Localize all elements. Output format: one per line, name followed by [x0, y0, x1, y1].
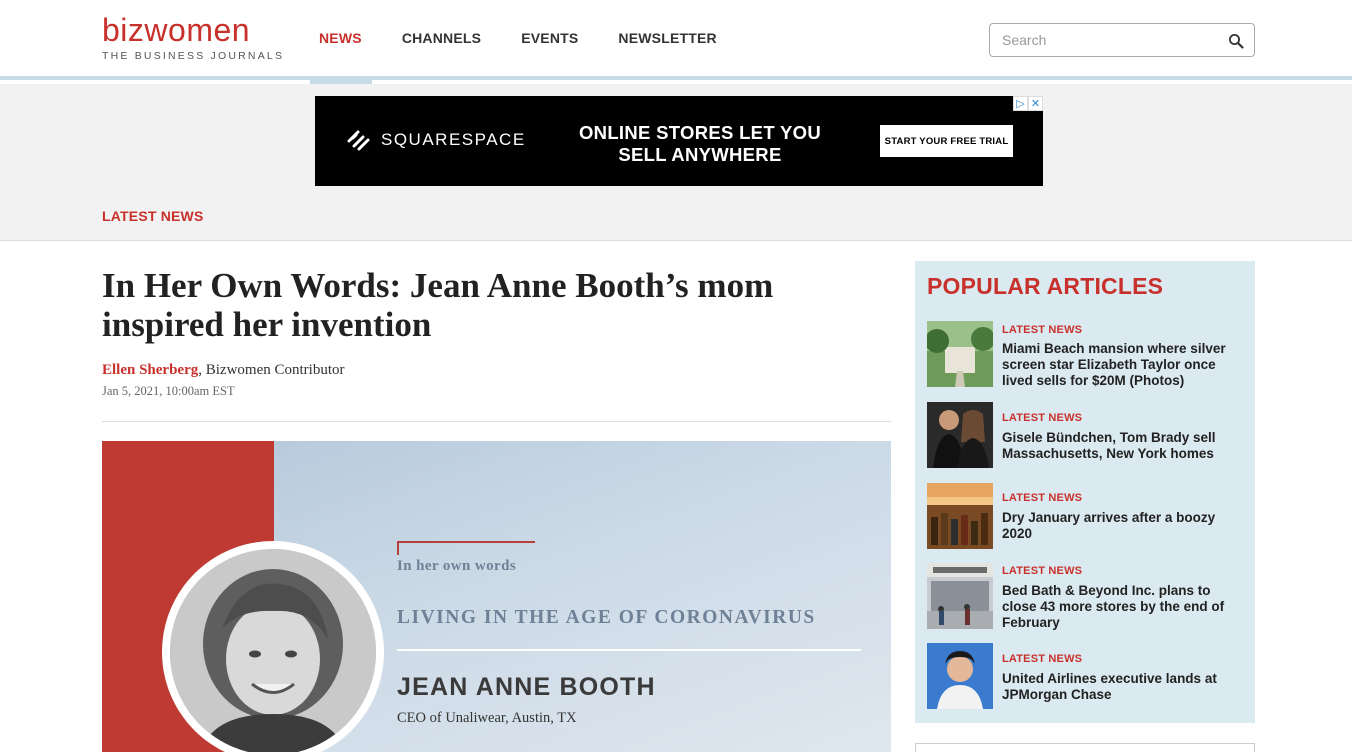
logo-tagline: THE BUSINESS JOURNALS: [102, 50, 285, 62]
popular-articles-title: POPULAR ARTICLES: [927, 273, 1164, 299]
nav-events[interactable]: EVENTS: [501, 0, 598, 80]
popular-article-category: LATEST NEWS: [1002, 492, 1083, 504]
popular-article-headline[interactable]: Gisele Bündchen, Tom Brady sell Massachu…: [1002, 430, 1242, 462]
author-role: , Bizwomen Contributor: [198, 362, 345, 378]
hero-series-label: In her own words: [397, 558, 517, 574]
article-title: In Her Own Words: Jean Anne Booth’s mom …: [102, 266, 774, 344]
popular-article-category: LATEST NEWS: [1002, 565, 1083, 577]
popular-article-category: LATEST NEWS: [1002, 324, 1083, 336]
search-icon[interactable]: [1228, 33, 1244, 49]
hero-bracket: [397, 541, 535, 555]
hero-divider: [397, 649, 861, 651]
hero-topic: LIVING IN THE AGE OF CORONAVIRUS: [397, 607, 816, 628]
divider: [102, 421, 891, 422]
popular-article[interactable]: LATEST NEWS Bed Bath & Beyond Inc. plans…: [927, 563, 1247, 631]
popular-articles: POPULAR ARTICLES LATEST NEWS Miami Beach…: [915, 261, 1255, 723]
mansion-photo[interactable]: [927, 321, 993, 387]
adchoices-icon[interactable]: ▷: [1013, 96, 1028, 111]
ad-choices: ▷ ✕: [1013, 96, 1043, 111]
ad-close-icon[interactable]: ✕: [1028, 96, 1043, 111]
nav-news[interactable]: NEWS: [310, 0, 372, 84]
ad-brand: SQUARESPACE: [345, 128, 526, 152]
hero-name: JEAN ANNE BOOTH: [397, 673, 656, 701]
ad-brand-name: SQUARESPACE: [381, 130, 526, 149]
bizwomen-logo[interactable]: bizwomen THE BUSINESS JOURNALS: [102, 14, 284, 62]
popular-article-headline[interactable]: Miami Beach mansion where silver screen …: [1002, 341, 1242, 389]
squarespace-ad[interactable]: SQUARESPACE ONLINE STORES LET YOU SELL A…: [315, 96, 1043, 186]
hero-role: CEO of Unaliwear, Austin, TX: [397, 710, 577, 726]
sidebar-next-module: [915, 743, 1255, 752]
popular-article-headline[interactable]: Bed Bath & Beyond Inc. plans to close 43…: [1002, 583, 1242, 631]
couple-photo[interactable]: [927, 402, 993, 468]
ad-cta-button[interactable]: START YOUR FREE TRIAL: [880, 125, 1013, 157]
popular-article[interactable]: LATEST NEWS Miami Beach mansion where si…: [927, 321, 1247, 389]
byline: Ellen Sherberg, Bizwomen Contributor: [102, 362, 345, 379]
popular-article-headline[interactable]: United Airlines executive lands at JPMor…: [1002, 671, 1242, 703]
nav-channels[interactable]: CHANNELS: [382, 0, 501, 80]
search-box: [989, 23, 1255, 57]
article-hero-image: In her own words LIVING IN THE AGE OF CO…: [102, 441, 891, 752]
storefront-photo[interactable]: [927, 563, 993, 629]
popular-article-category: LATEST NEWS: [1002, 653, 1083, 665]
popular-article[interactable]: LATEST NEWS Dry January arrives after a …: [927, 483, 1247, 549]
logo-wordmark: bizwomen: [102, 12, 251, 48]
search-input[interactable]: [990, 24, 1210, 56]
squarespace-logo-icon: [347, 130, 370, 151]
bottles-photo[interactable]: [927, 483, 993, 549]
portrait-photo: [170, 549, 376, 752]
popular-article-category: LATEST NEWS: [1002, 412, 1083, 424]
nav-newsletter[interactable]: NEWSLETTER: [598, 0, 736, 80]
popular-article[interactable]: LATEST NEWS United Airlines executive la…: [927, 643, 1247, 709]
popular-article[interactable]: LATEST NEWS Gisele Bündchen, Tom Brady s…: [927, 402, 1247, 468]
portrait-illustration: [170, 549, 376, 752]
site-header: bizwomen THE BUSINESS JOURNALS NEWS CHAN…: [0, 0, 1352, 84]
ad-band: SQUARESPACE ONLINE STORES LET YOU SELL A…: [0, 84, 1352, 241]
portrait-photo[interactable]: [927, 643, 993, 709]
article-date: Jan 5, 2021, 10:00am EST: [102, 384, 235, 398]
main-nav: NEWS CHANNELS EVENTS NEWSLETTER: [310, 0, 737, 84]
ad-headline: ONLINE STORES LET YOU SELL ANYWHERE: [578, 122, 822, 165]
popular-article-headline[interactable]: Dry January arrives after a boozy 2020: [1002, 510, 1242, 542]
author-link[interactable]: Ellen Sherberg: [102, 362, 198, 378]
section-label-latest-news[interactable]: LATEST NEWS: [102, 208, 204, 224]
